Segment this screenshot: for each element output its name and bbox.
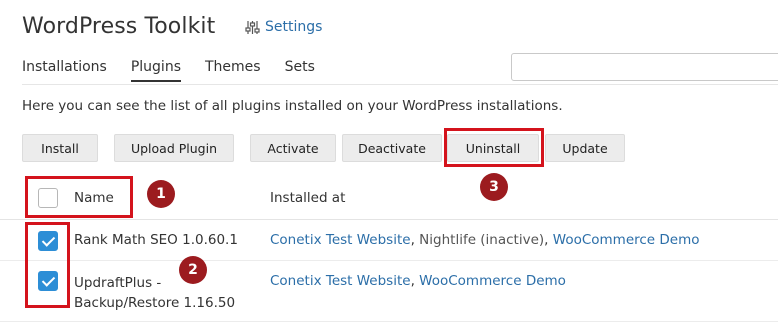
settings-link[interactable]: Settings (245, 19, 322, 35)
sliders-icon (245, 20, 260, 35)
tab-themes[interactable]: Themes (205, 59, 261, 82)
installation-link[interactable]: WooCommerce Demo (553, 232, 700, 248)
plugin-name-line: Backup/Restore 1.16.50 (74, 295, 236, 311)
separator: , (544, 232, 553, 248)
installation-link[interactable]: Conetix Test Website (270, 232, 411, 248)
installation-link[interactable]: Conetix Test Website (270, 273, 411, 289)
activate-button[interactable]: Activate (250, 134, 336, 162)
installed-at-cell: Conetix Test Website, WooCommerce Demo (270, 273, 566, 289)
page-title: WordPress Toolkit (22, 14, 216, 39)
settings-label: Settings (265, 19, 323, 35)
uninstall-button[interactable]: Uninstall (447, 134, 539, 162)
tab-sets[interactable]: Sets (285, 59, 315, 82)
row-checkbox[interactable] (38, 271, 58, 291)
install-button[interactable]: Install (22, 134, 98, 162)
upload-plugin-button[interactable]: Upload Plugin (114, 134, 234, 162)
annotation-badge-1: 1 (147, 180, 175, 208)
column-name-header[interactable]: Name (74, 190, 114, 206)
column-installed-at-header: Installed at (270, 190, 346, 206)
update-button[interactable]: Update (545, 134, 625, 162)
tab-installations[interactable]: Installations (22, 59, 107, 82)
separator: , (410, 232, 420, 248)
installation-link[interactable]: WooCommerce Demo (419, 273, 566, 289)
row-checkbox[interactable] (38, 231, 58, 251)
page-description: Here you can see the list of all plugins… (22, 98, 563, 114)
deactivate-button[interactable]: Deactivate (342, 134, 442, 162)
plugin-name: UpdraftPlus - Backup/Restore 1.16.50 (74, 273, 235, 313)
search-input[interactable] (511, 53, 778, 81)
installed-at-cell: Conetix Test Website, Nightlife (inactiv… (270, 232, 700, 248)
annotation-badge-2: 2 (179, 256, 207, 284)
tab-plugins[interactable]: Plugins (130, 59, 182, 82)
tab-bar: Installations Plugins Themes Sets (22, 59, 339, 82)
separator: , (410, 273, 420, 289)
tabs-divider (22, 84, 778, 85)
plugin-name-line: UpdraftPlus - (74, 275, 162, 291)
plugin-name: Rank Math SEO 1.0.60.1 (74, 232, 238, 248)
installation-inactive: Nightlife (inactive) (419, 232, 545, 248)
table-header (0, 176, 778, 220)
select-all-checkbox[interactable] (38, 188, 58, 208)
annotation-badge-3: 3 (480, 173, 508, 201)
